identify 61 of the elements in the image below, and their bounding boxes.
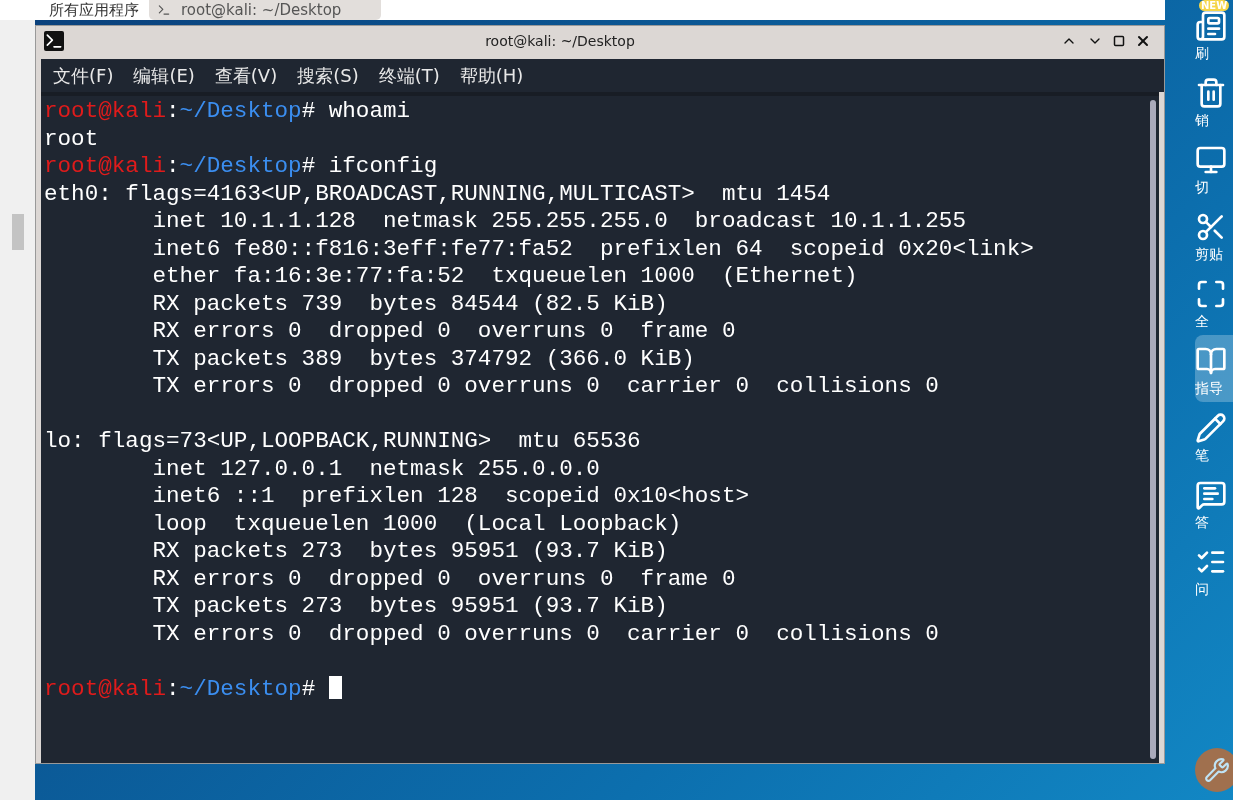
book-icon (1195, 345, 1227, 377)
sidebar-label: 笔 (1195, 447, 1209, 465)
sidebar-item[interactable]: NEW 刷 (1195, 0, 1233, 67)
sidebar-label: 销 (1195, 112, 1209, 130)
speech-bubble-icon (1195, 479, 1227, 511)
sidebar-label: 问 (1195, 581, 1209, 599)
new-badge: NEW (1199, 0, 1230, 11)
menu-item[interactable]: 查看(V) (214, 63, 278, 88)
output-line: RX packets 739 bytes 84544 (82.5 KiB) (151, 290, 669, 318)
sidebar-label: 答 (1195, 514, 1209, 532)
sidebar-item[interactable]: 销 (1195, 67, 1233, 134)
taskbar-window-tab[interactable]: root@kali: ~/Desktop (149, 0, 382, 20)
output-line: TX packets 389 bytes 374792 (366.0 KiB) (151, 345, 696, 373)
output-line: TX errors 0 dropped 0 overruns 0 carrier 0 collisions 0 (151, 373, 940, 401)
output-line: RX errors 0 dropped 0 overruns 0 frame 0 (151, 318, 737, 346)
trash-icon (1195, 77, 1227, 109)
output-line: inet 10.1.1.128 netmask 255.255.255.0 broadcast 10.1.1.255 (151, 208, 967, 236)
sidebar-label: 全 (1195, 313, 1209, 331)
terminal-icon (157, 3, 171, 17)
sidebar-item[interactable]: 答 (1195, 469, 1233, 536)
sidebar-label: 剪贴 (1195, 246, 1223, 264)
sidebar-item[interactable]: 指导 (1195, 335, 1233, 402)
sidebar-item[interactable]: 切 (1195, 134, 1233, 201)
output-line: inet6 ::1 prefixlen 128 scopeid 0x10<host> (151, 483, 751, 511)
menu-item[interactable]: 搜索(S) (297, 63, 359, 88)
output-line: TX packets 273 bytes 95951 (93.7 KiB) (151, 593, 669, 621)
output-line: ether fa:16:3e:77:fa:52 txqueuelen 1000 (Ethernet) (151, 263, 859, 291)
output-line: loop txqueuelen 1000 (Local Loopback) (151, 510, 683, 538)
output-line: TX errors 0 dropped 0 overruns 0 carrier 0 collisions 0 (151, 620, 940, 648)
terminal-icon (44, 31, 64, 51)
output-line: inet6 fe80::f816:3eff:fe77:fa52 prefixlen 64 scopeid 0x20<link> (151, 235, 1035, 263)
sidebar-label: 指导 (1195, 380, 1223, 398)
output-line: RX packets 273 bytes 95951 (93.7 KiB) (151, 538, 669, 566)
sidebar-item[interactable]: 剪贴 (1195, 201, 1233, 268)
window-title: root@kali: ~/Desktop (484, 33, 636, 49)
menu-item[interactable]: 文件(F) (53, 63, 114, 88)
sidebar-item[interactable]: 笔 (1195, 402, 1233, 469)
sidebar-item[interactable]: 全 (1195, 268, 1233, 335)
prompt-line: root@kali:~/Desktop# ifconfig (44, 153, 439, 181)
pencil-icon (1195, 412, 1227, 444)
output-line: lo: flags=73<UP,LOOPBACK,RUNNING> mtu 65536 (44, 428, 642, 456)
fullscreen-icon (1195, 278, 1227, 310)
output-line: inet 127.0.0.1 netmask 255.0.0.0 (151, 455, 601, 483)
sidebar-label: 切 (1195, 179, 1209, 197)
close-icon (1135, 33, 1151, 49)
output-line: root (44, 125, 100, 153)
wrench-button[interactable] (1195, 748, 1233, 792)
apps-menu[interactable]: 所有应用程序 (49, 0, 139, 20)
sidebar-label: 刷 (1195, 45, 1209, 63)
monitor-icon (1195, 144, 1227, 176)
prompt-line: root@kali:~/Desktop# (44, 675, 1147, 703)
menu-item[interactable]: 帮助(H) (459, 63, 524, 88)
prompt-line: root@kali:~/Desktop# whoami (44, 98, 412, 126)
output-line: RX errors 0 dropped 0 overruns 0 frame 0 (151, 565, 737, 593)
output-line: eth0: flags=4163<UP,BROADCAST,RUNNING,MULTICAST> mtu 1454 (44, 180, 832, 208)
menu-item[interactable]: 终端(T) (378, 63, 440, 88)
sidebar-item[interactable]: 问 (1195, 536, 1233, 603)
menu-item[interactable]: 编辑(E) (133, 63, 195, 88)
wrench-icon (1204, 757, 1230, 783)
square-icon (1113, 35, 1125, 47)
newspaper-icon (1195, 10, 1227, 42)
